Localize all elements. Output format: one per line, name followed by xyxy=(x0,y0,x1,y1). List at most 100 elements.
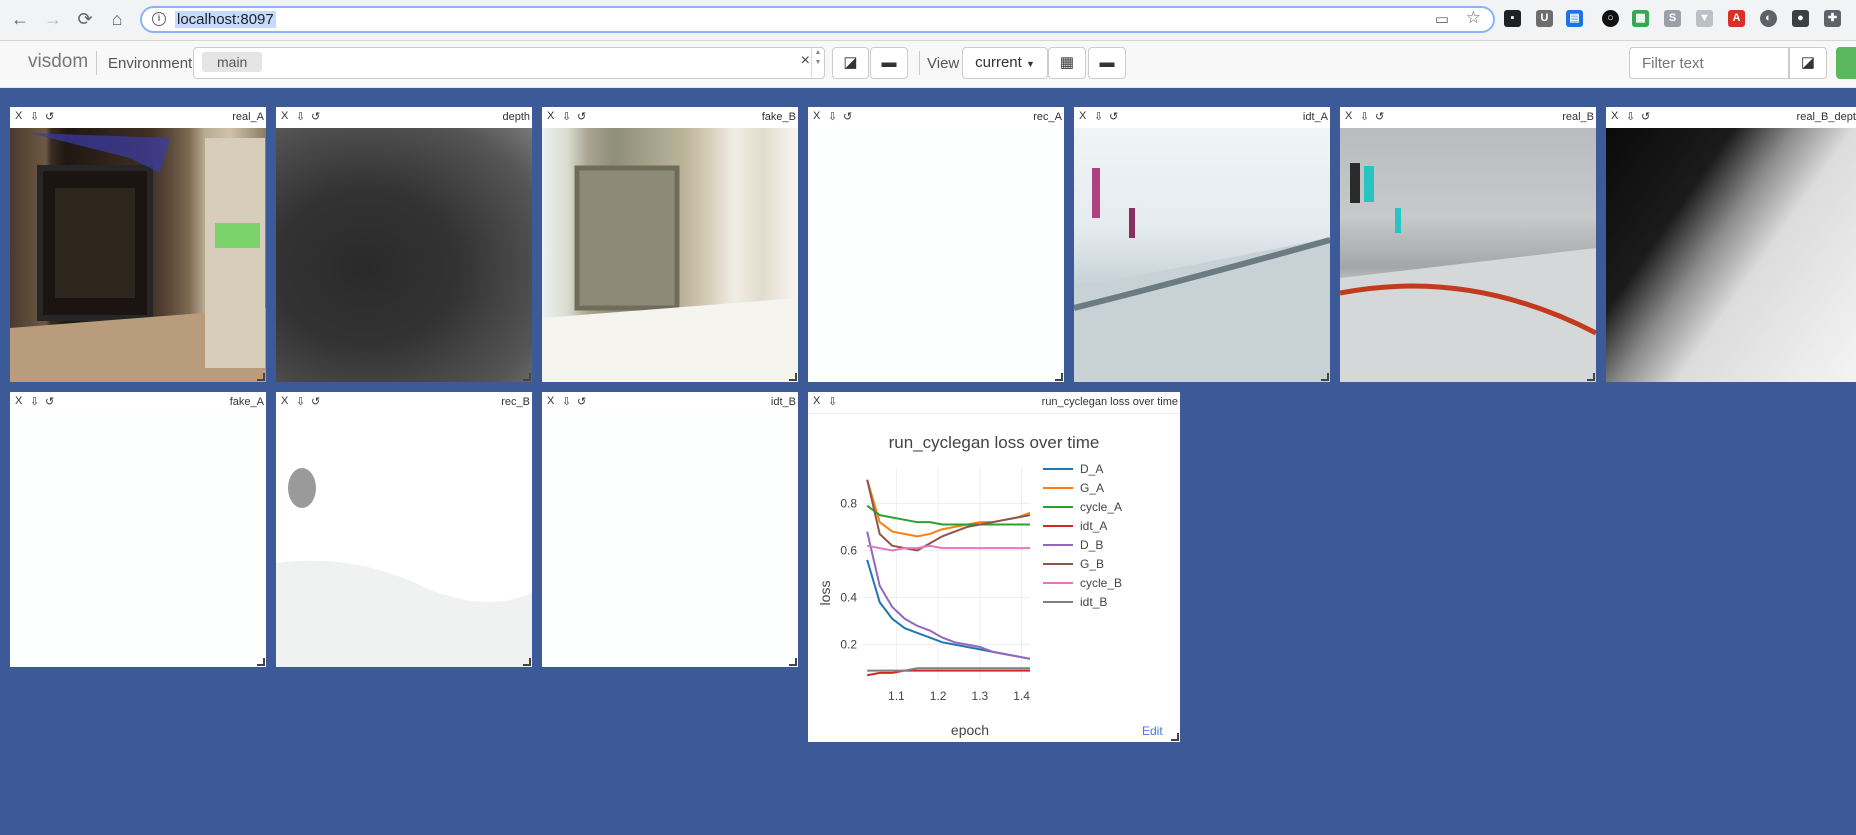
close-icon[interactable]: X xyxy=(813,110,820,122)
series-line-g-b[interactable] xyxy=(866,479,1031,552)
extension-icon-4[interactable]: ○ xyxy=(1602,10,1619,27)
pane-titlebar[interactable]: X ⇩ ↺ idt_A xyxy=(1074,107,1330,129)
resize-handle[interactable] xyxy=(1055,373,1063,381)
extension-icon-2[interactable]: U xyxy=(1536,10,1553,27)
environment-select[interactable]: main × ▲ ▼ xyxy=(193,47,825,79)
image-pane-real-b[interactable]: X ⇩ ↺ real_B xyxy=(1340,107,1596,382)
resize-handle[interactable] xyxy=(523,373,531,381)
download-icon[interactable]: ⇩ xyxy=(1094,110,1103,123)
extension-icon-5[interactable]: ▦ xyxy=(1632,10,1649,27)
reset-icon[interactable]: ↺ xyxy=(1109,110,1118,123)
legend-label[interactable]: G_A xyxy=(1080,481,1104,495)
close-icon[interactable]: X xyxy=(281,110,288,122)
pane-titlebar[interactable]: X ⇩ ↺ real_B_depth xyxy=(1606,107,1856,129)
pane-titlebar[interactable]: X ⇩ ↺ real_A xyxy=(10,107,266,129)
reset-icon[interactable]: ↺ xyxy=(577,395,586,408)
cast-icon[interactable]: ▭ xyxy=(1435,10,1449,28)
download-icon[interactable]: ⇩ xyxy=(296,395,305,408)
extension-icon-1[interactable]: ▪ xyxy=(1504,10,1521,27)
manage-environments-button[interactable]: ▬ xyxy=(870,47,908,79)
reset-icon[interactable]: ↺ xyxy=(311,395,320,408)
pane-titlebar[interactable]: X ⇩ ↺ rec_A xyxy=(808,107,1064,129)
download-icon[interactable]: ⇩ xyxy=(562,110,571,123)
series-line-cycle-a[interactable] xyxy=(866,504,1030,526)
image-pane-idt-a[interactable]: X ⇩ ↺ idt_A xyxy=(1074,107,1330,382)
close-icon[interactable]: X xyxy=(15,395,22,407)
reset-icon[interactable]: ↺ xyxy=(311,110,320,123)
chart-legend[interactable]: D_A G_A cycle_A idt_A D_B G_B cycle_B idt_B xyxy=(1043,462,1122,609)
extension-icon-3[interactable]: ▤ xyxy=(1566,10,1583,27)
green-action-button[interactable] xyxy=(1836,47,1856,79)
clear-environment-button[interactable]: ◪ xyxy=(832,47,869,79)
reset-icon[interactable]: ↺ xyxy=(843,110,852,123)
forward-icon[interactable]: → xyxy=(42,8,64,30)
download-icon[interactable]: ⇩ xyxy=(30,395,39,408)
edit-link[interactable]: Edit xyxy=(1142,724,1163,738)
close-icon[interactable]: X xyxy=(547,110,554,122)
download-icon[interactable]: ⇩ xyxy=(828,395,837,408)
download-icon[interactable]: ⇩ xyxy=(296,110,305,123)
reload-icon[interactable]: ⟳ xyxy=(74,8,96,30)
image-pane-rec-a[interactable]: X ⇩ ↺ rec_A xyxy=(808,107,1064,382)
resize-handle[interactable] xyxy=(257,658,265,666)
download-icon[interactable]: ⇩ xyxy=(1360,110,1369,123)
image-pane-depth[interactable]: X ⇩ ↺ depth xyxy=(276,107,532,382)
pane-titlebar[interactable]: X ⇩ ↺ fake_B xyxy=(542,107,798,129)
close-icon[interactable]: X xyxy=(15,110,22,122)
contrast-extension-icon[interactable]: ◐ xyxy=(1760,10,1777,27)
download-icon[interactable]: ⇩ xyxy=(562,395,571,408)
spy-extension-icon[interactable]: ● xyxy=(1792,10,1809,27)
view-select[interactable]: current ▼ xyxy=(962,47,1048,79)
filter-text-input[interactable] xyxy=(1629,47,1789,79)
resize-handle[interactable] xyxy=(523,658,531,666)
image-pane-real-a[interactable]: X ⇩ ↺ real_A xyxy=(10,107,266,382)
home-icon[interactable]: ⌂ xyxy=(106,8,128,30)
legend-label[interactable]: idt_A xyxy=(1080,519,1107,533)
resize-handle[interactable] xyxy=(257,373,265,381)
close-icon[interactable]: X xyxy=(547,395,554,407)
environment-clear-icon[interactable]: × xyxy=(801,52,810,70)
download-icon[interactable]: ⇩ xyxy=(1626,110,1635,123)
resize-handle[interactable] xyxy=(1321,373,1329,381)
image-pane-rec-b[interactable]: X ⇩ ↺ rec_B xyxy=(276,392,532,667)
close-icon[interactable]: X xyxy=(813,395,820,407)
legend-label[interactable]: idt_B xyxy=(1080,595,1107,609)
pane-titlebar[interactable]: X ⇩ ↺ fake_A xyxy=(10,392,266,414)
environment-spinner[interactable]: ▲ ▼ xyxy=(811,48,824,78)
pdf-extension-icon[interactable]: A xyxy=(1728,10,1745,27)
legend-label[interactable]: D_B xyxy=(1080,538,1103,552)
reset-icon[interactable]: ↺ xyxy=(45,110,54,123)
series-line-g-a[interactable] xyxy=(866,479,1031,538)
close-icon[interactable]: X xyxy=(1079,110,1086,122)
reset-icon[interactable]: ↺ xyxy=(1375,110,1384,123)
close-icon[interactable]: X xyxy=(1345,110,1352,122)
close-icon[interactable]: X xyxy=(281,395,288,407)
image-pane-idt-b[interactable]: X ⇩ ↺ idt_B xyxy=(542,392,798,667)
legend-label[interactable]: cycle_B xyxy=(1080,576,1122,590)
back-icon[interactable]: ← xyxy=(9,8,31,30)
legend-label[interactable]: G_B xyxy=(1080,557,1104,571)
resize-handle[interactable] xyxy=(789,658,797,666)
visdom-brand[interactable]: visdom xyxy=(28,51,88,73)
manage-views-button[interactable]: ▬ xyxy=(1088,47,1126,79)
pane-titlebar[interactable]: X ⇩ ↺ real_B xyxy=(1340,107,1596,129)
bookmark-star-icon[interactable]: ☆ xyxy=(1466,8,1481,28)
legend-label[interactable]: D_A xyxy=(1080,462,1103,476)
plot-pane[interactable]: X ⇩ run_cyclegan loss over time run_cycl… xyxy=(808,392,1180,742)
image-pane-fake-b[interactable]: X ⇩ ↺ fake_B xyxy=(542,107,798,382)
series-line-d-a[interactable] xyxy=(866,559,1031,660)
environment-tag[interactable]: main xyxy=(202,52,263,72)
address-bar[interactable]: i localhost:8097 ▭ ☆ xyxy=(140,6,1495,33)
filter-extension-icon[interactable]: ▼ xyxy=(1696,10,1713,27)
legend-label[interactable]: cycle_A xyxy=(1080,500,1122,514)
reset-icon[interactable]: ↺ xyxy=(1641,110,1650,123)
close-icon[interactable]: X xyxy=(1611,110,1618,122)
puzzle-extensions-icon[interactable]: ✚ xyxy=(1824,10,1841,27)
pane-titlebar[interactable]: X ⇩ ↺ depth xyxy=(276,107,532,129)
resize-handle[interactable] xyxy=(1171,733,1179,741)
download-icon[interactable]: ⇩ xyxy=(828,110,837,123)
pane-titlebar[interactable]: X ⇩ ↺ idt_B xyxy=(542,392,798,414)
reset-icon[interactable]: ↺ xyxy=(577,110,586,123)
url-text[interactable]: localhost:8097 xyxy=(175,11,276,28)
loss-chart[interactable]: run_cyclegan loss over time epoch loss 1… xyxy=(808,413,1180,742)
